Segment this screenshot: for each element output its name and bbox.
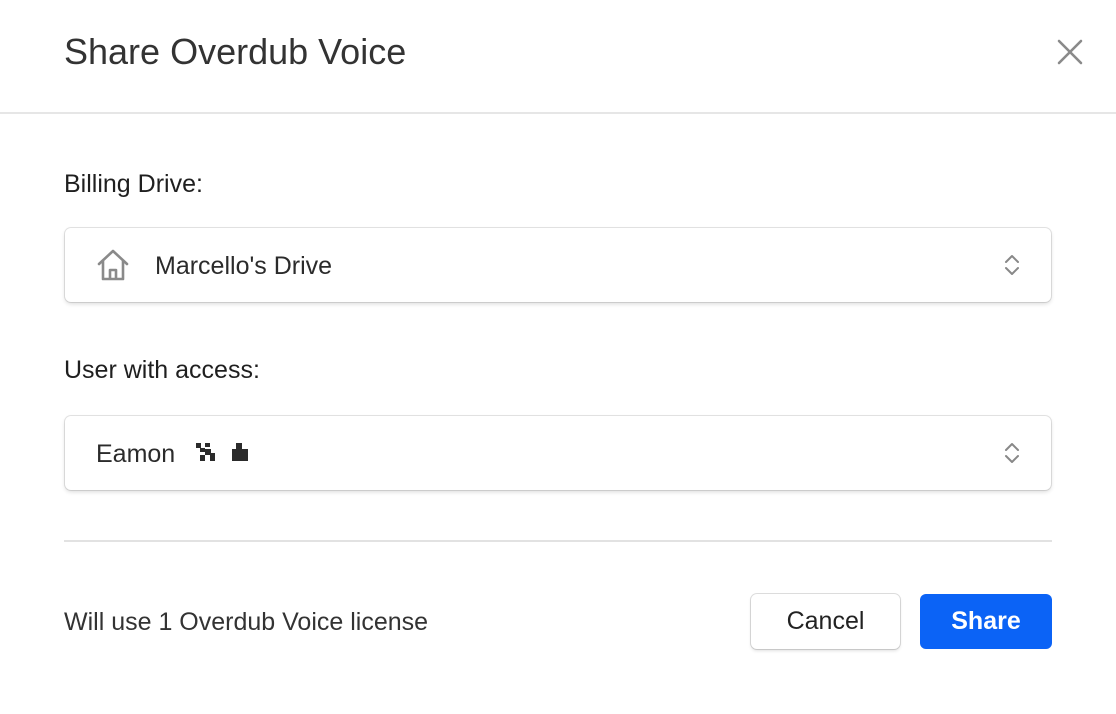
redacted-name-mark [196,443,215,461]
chevron-up-down-icon [1005,255,1019,275]
dialog-header: Share Overdub Voice [0,0,1116,114]
user-with-access-label: User with access: [64,356,260,384]
dialog-title: Share Overdub Voice [64,31,407,72]
billing-drive-select[interactable]: Marcello's Drive [65,228,1051,302]
user-with-access-value: Eamon [96,440,176,468]
footer-divider [64,540,1052,542]
billing-drive-label: Billing Drive: [64,170,203,198]
cancel-button[interactable]: Cancel [751,594,900,649]
share-button[interactable]: Share [920,594,1052,649]
chevron-up-down-icon [1005,443,1019,463]
redacted-name-mark [232,443,248,461]
share-overdub-voice-dialog: Share Overdub Voice Billing Drive: Marce… [0,0,1116,714]
user-with-access-select[interactable]: Eamon [65,416,1051,490]
house-icon [97,249,129,281]
close-icon [1057,39,1083,65]
license-usage-note: Will use 1 Overdub Voice license [64,608,429,636]
close-button[interactable] [1050,32,1090,72]
billing-drive-value: Marcello's Drive [155,252,333,280]
